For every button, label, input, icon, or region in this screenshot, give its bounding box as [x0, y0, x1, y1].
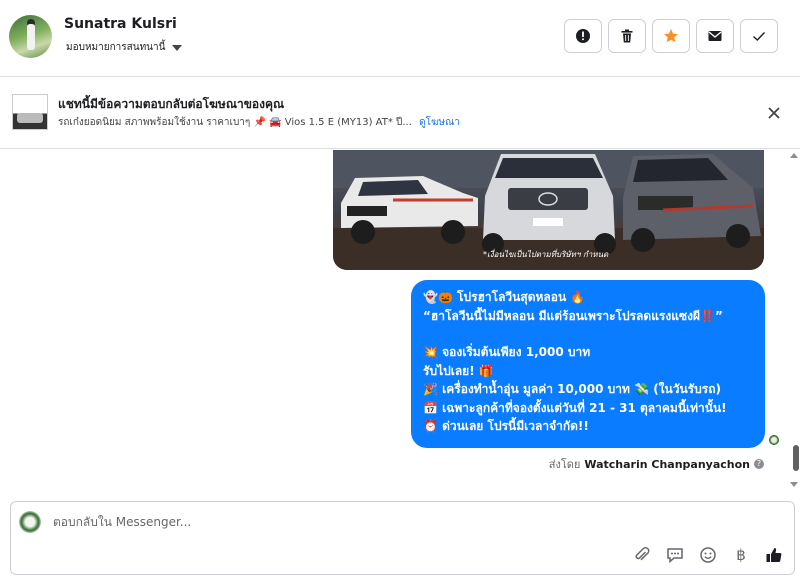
- scrollbar[interactable]: [790, 150, 800, 490]
- emoji-button[interactable]: [698, 545, 718, 565]
- scroll-up-arrow-icon[interactable]: [790, 153, 798, 158]
- message-line: ⏰ ด่วนเลย โปรนี้มีเวลาจำกัด!!: [423, 419, 589, 433]
- ad-car-image[interactable]: *เงื่อนไขเป็นไปตามที่บริษัทฯ กำหนด: [333, 150, 764, 270]
- conversation-header: Sunatra Kulsri มอบหมายการสนทนานี้: [0, 0, 800, 77]
- ad-title: แชทนี้มีข้อความตอบกลับต่อโฆษณาของคุณ: [58, 97, 285, 111]
- message-line: 💥 จองเริ่มต้นเพียง 1,000 บาท: [423, 345, 591, 359]
- message-line: 🎉 เครื่องทำน้ำอุ่น มูลค่า 10,000 บาท 💸 (…: [423, 382, 721, 396]
- message-line-blank: [423, 325, 753, 343]
- message-bubble[interactable]: 👻🎃 โปรฮาโลวีนสุดหลอน 🔥 “ฮาโลวีนนี้ไม่มีห…: [411, 280, 765, 448]
- paperclip-icon: [635, 546, 650, 561]
- star-icon: [664, 29, 678, 43]
- sent-by: ส่งโดย Watcharin Chanpanyachon ?: [549, 455, 764, 473]
- inbox-conversation: Sunatra Kulsri มอบหมายการสนทนานี้ แชทนี้…: [0, 0, 800, 579]
- image-caption: *เงื่อนไขเป็นไปตามที่บริษัทฯ กำหนด: [483, 250, 609, 259]
- done-button[interactable]: [740, 19, 778, 53]
- assign-label: มอบหมายการสนทนานี้: [66, 42, 166, 53]
- avatar[interactable]: [9, 15, 52, 58]
- sent-by-name: Watcharin Chanpanyachon: [584, 457, 750, 471]
- message-line: 📅 เฉพาะลูกค้าที่จองตั้งแต่วันที่ 21 - 31…: [423, 400, 727, 415]
- close-icon[interactable]: [764, 103, 784, 123]
- sent-by-prefix: ส่งโดย: [548, 458, 581, 471]
- message-line: “ฮาโลวีนนี้ไม่มีหลอน มีแต่ร้อนเพราะโปรลด…: [423, 308, 723, 323]
- smiley-icon: [700, 547, 716, 563]
- ad-description: รถเก๋งยอดนิยม สภาพพร้อมใช้งาน ราคาเบาๆ 📌…: [58, 115, 460, 130]
- alert-icon: [576, 29, 590, 43]
- star-button[interactable]: [652, 19, 690, 53]
- saved-replies-button[interactable]: [665, 545, 685, 565]
- seen-avatar: [769, 435, 779, 445]
- thumbs-up-icon: [766, 548, 782, 562]
- message-line: 👻🎃 โปรฮาโลวีนสุดหลอน 🔥: [423, 290, 586, 304]
- page-avatar: [19, 511, 41, 533]
- delete-button[interactable]: [608, 19, 646, 53]
- assign-dropdown[interactable]: มอบหมายการสนทนานี้: [66, 40, 183, 55]
- payment-button[interactable]: ฿: [731, 545, 751, 565]
- user-name[interactable]: Sunatra Kulsri: [64, 16, 177, 32]
- composer-tools: ฿: [632, 545, 784, 565]
- reply-input[interactable]: [53, 515, 653, 529]
- check-icon: [753, 32, 766, 41]
- scroll-down-arrow-icon[interactable]: [790, 482, 798, 487]
- help-icon[interactable]: ?: [754, 459, 764, 469]
- header-actions: [564, 19, 778, 53]
- message-line: รับไปเลย! 🎁: [423, 363, 494, 378]
- ad-context-bar: แชทนี้มีข้อความตอบกลับต่อโฆษณาของคุณ รถเ…: [0, 78, 800, 149]
- caret-down-icon: [172, 44, 183, 51]
- message-thread: *เงื่อนไขเป็นไปตามที่บริษัทฯ กำหนด 👻🎃 โป…: [0, 150, 800, 498]
- ad-description-text: รถเก๋งยอดนิยม สภาพพร้อมใช้งาน ราคาเบาๆ 📌…: [58, 117, 412, 128]
- chat-bubble-icon: [667, 548, 683, 564]
- trash-icon: [621, 29, 633, 43]
- report-button[interactable]: [564, 19, 602, 53]
- view-ad-link[interactable]: ดูโฆษณา: [419, 117, 460, 128]
- mark-unread-button[interactable]: [696, 19, 734, 53]
- baht-icon: ฿: [736, 546, 746, 564]
- ad-thumbnail[interactable]: [12, 94, 48, 130]
- scrollbar-thumb[interactable]: [793, 445, 799, 471]
- like-button[interactable]: [764, 545, 784, 565]
- envelope-icon: [708, 31, 722, 41]
- reply-composer: ฿: [10, 501, 795, 575]
- attach-button[interactable]: [632, 545, 652, 565]
